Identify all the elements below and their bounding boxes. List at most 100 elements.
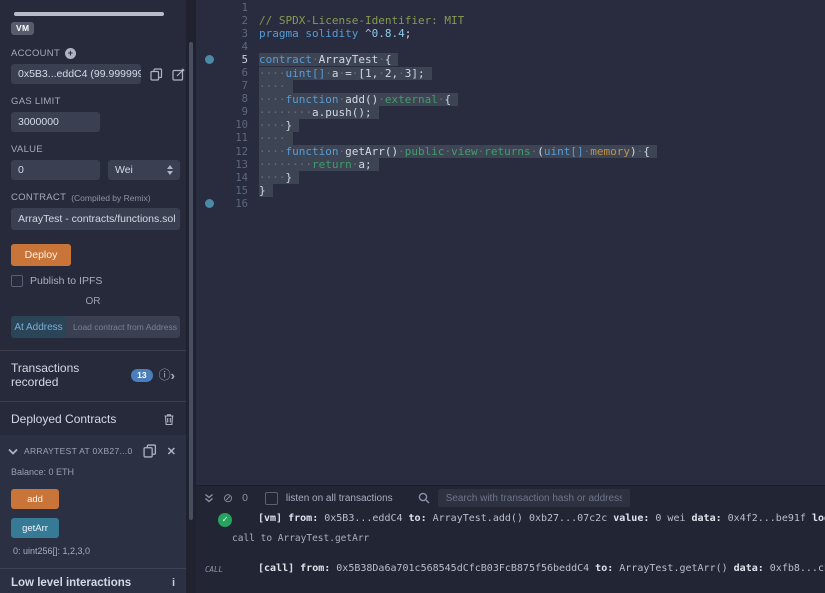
trash-icon[interactable] bbox=[163, 413, 175, 426]
panel-scrollbar[interactable] bbox=[186, 0, 196, 593]
transaction-summary: [vm] from: 0x5B3...eddC4 to: ArrayTest.a… bbox=[258, 513, 825, 524]
panel-slider[interactable] bbox=[14, 12, 164, 16]
line-number: 14 bbox=[222, 172, 259, 184]
code-editor[interactable]: 12// SPDX-License-Identifier: MIT3pragma… bbox=[196, 0, 825, 485]
terminal-row[interactable]: ✓[vm] from: 0x5B3...eddC4 to: ArrayTest.… bbox=[196, 513, 825, 527]
code-line[interactable]: 1 bbox=[196, 1, 825, 14]
account-select[interactable]: 0x5B3...eddC4 (99.9999999 bbox=[11, 64, 141, 84]
account-label: ACCOUNT bbox=[11, 48, 60, 59]
line-number: 9 bbox=[222, 106, 259, 118]
line-number: 13 bbox=[222, 159, 259, 171]
code-text: ····} bbox=[259, 119, 299, 132]
breakpoint-icon[interactable] bbox=[205, 199, 214, 208]
search-icon bbox=[418, 492, 430, 504]
contract-balance: Balance: 0 ETH bbox=[11, 467, 186, 477]
code-line[interactable]: 9········a.push(); bbox=[196, 106, 825, 119]
getarr-function-button[interactable]: getArr bbox=[11, 518, 59, 538]
chevron-right-icon[interactable]: › bbox=[171, 368, 175, 383]
deployed-contracts-header: Deployed Contracts bbox=[0, 402, 186, 426]
code-line[interactable]: 16 bbox=[196, 197, 825, 210]
terminal-log: ✓[vm] from: 0x5B3...eddC4 to: ArrayTest.… bbox=[196, 513, 825, 574]
breakpoint-icon[interactable] bbox=[205, 55, 214, 64]
value-unit-select[interactable]: Wei bbox=[108, 160, 180, 180]
listen-all-checkbox[interactable] bbox=[265, 492, 278, 505]
line-number: 8 bbox=[222, 93, 259, 105]
copy-account-icon[interactable] bbox=[150, 68, 163, 81]
line-number: 2 bbox=[222, 15, 259, 27]
code-line[interactable]: 5contract·ArrayTest·{ bbox=[196, 53, 825, 66]
gas-limit-value: 3000000 bbox=[18, 116, 59, 128]
code-line[interactable]: 15} bbox=[196, 184, 825, 197]
contract-label-row: CONTRACT (Compiled by Remix) bbox=[11, 192, 186, 203]
deploy-run-panel: VM ACCOUNT + 0x5B3...eddC4 (99.9999999 G… bbox=[0, 0, 186, 593]
line-number: 12 bbox=[222, 146, 259, 158]
account-value: 0x5B3...eddC4 (99.9999999 bbox=[18, 68, 141, 80]
code-line[interactable]: 2// SPDX-License-Identifier: MIT bbox=[196, 14, 825, 27]
code-text: ····function·getArr()·public·view·return… bbox=[259, 145, 657, 158]
code-line[interactable]: 10····} bbox=[196, 119, 825, 132]
code-line[interactable]: 14····} bbox=[196, 171, 825, 184]
code-text: ········a.push(); bbox=[259, 106, 379, 119]
code-line[interactable]: 11···· bbox=[196, 132, 825, 145]
line-number: 10 bbox=[222, 119, 259, 131]
scrollbar-thumb[interactable] bbox=[189, 42, 193, 520]
deploy-button[interactable]: Deploy bbox=[11, 244, 71, 266]
info-icon[interactable]: ⓘ bbox=[159, 369, 171, 381]
transactions-recorded-label: Transactions recorded bbox=[11, 361, 125, 389]
edit-account-icon[interactable] bbox=[172, 68, 185, 81]
code-line[interactable]: 3pragma solidity ^0.8.4; bbox=[196, 27, 825, 40]
code-line[interactable]: 12····function·getArr()·public·view·retu… bbox=[196, 145, 825, 158]
transactions-recorded-row[interactable]: Transactions recorded 13 ⓘ › bbox=[0, 351, 186, 389]
at-address-input[interactable]: Load contract from Address bbox=[66, 316, 180, 338]
code-line[interactable]: 8····function·add()·external·{ bbox=[196, 93, 825, 106]
line-number: 1 bbox=[222, 2, 259, 14]
lowlevel-label: Low level interactions bbox=[11, 577, 131, 589]
copy-address-icon[interactable] bbox=[143, 444, 157, 458]
contract-label: CONTRACT bbox=[11, 192, 66, 203]
gas-limit-input[interactable]: 3000000 bbox=[11, 112, 100, 132]
line-number: 11 bbox=[222, 132, 259, 144]
publish-ipfs-checkbox[interactable] bbox=[11, 275, 23, 287]
breakpoint-margin[interactable] bbox=[196, 55, 222, 64]
terminal-note: call to ArrayTest.getArr bbox=[232, 533, 825, 544]
chevron-down-icon[interactable] bbox=[8, 448, 18, 455]
lowlevel-info-icon[interactable]: i bbox=[172, 577, 175, 589]
terminal-search-input[interactable] bbox=[438, 489, 630, 507]
add-account-icon[interactable]: + bbox=[65, 48, 76, 59]
code-line[interactable]: 7···· bbox=[196, 80, 825, 93]
code-text: // SPDX-License-Identifier: MIT bbox=[259, 14, 464, 27]
line-number: 16 bbox=[222, 198, 259, 210]
collapse-terminal-icon[interactable] bbox=[204, 493, 214, 503]
code-line[interactable]: 4 bbox=[196, 40, 825, 53]
line-number: 5 bbox=[222, 54, 259, 66]
vm-badge: VM bbox=[11, 22, 34, 35]
terminal: ⊘ 0 listen on all transactions ✓[vm] fro… bbox=[196, 485, 825, 593]
clear-terminal-icon[interactable]: ⊘ bbox=[223, 491, 233, 505]
account-label-row: ACCOUNT + bbox=[11, 48, 186, 59]
terminal-row[interactable]: CALL[call] from: 0x5B38Da6a701c568545dCf… bbox=[196, 563, 825, 574]
main-column: 12// SPDX-License-Identifier: MIT3pragma… bbox=[196, 0, 825, 593]
close-instance-icon[interactable]: ✕ bbox=[167, 445, 176, 458]
code-line[interactable]: 6····uint[]·a·=·[1,·2,·3]; bbox=[196, 66, 825, 79]
code-text: ···· bbox=[259, 80, 293, 93]
gas-limit-label: GAS LIMIT bbox=[11, 96, 186, 107]
listen-all-label: listen on all transactions bbox=[286, 493, 393, 504]
value-label: VALUE bbox=[11, 144, 186, 155]
code-text: ····} bbox=[259, 171, 299, 184]
contract-instance-title: ARRAYTEST AT 0XB27...07C2C (ME bbox=[24, 446, 133, 456]
contract-instance-header[interactable]: ARRAYTEST AT 0XB27...07C2C (ME ✕ bbox=[0, 435, 186, 458]
transactions-count-badge: 13 bbox=[131, 369, 152, 382]
value-unit: Wei bbox=[115, 164, 133, 176]
code-line[interactable]: 13········return·a; bbox=[196, 158, 825, 171]
at-address-button[interactable]: At Address bbox=[11, 316, 66, 338]
code-text: ····function·add()·external·{ bbox=[259, 93, 458, 106]
code-text: pragma solidity ^0.8.4; bbox=[259, 27, 411, 40]
code-text: contract·ArrayTest·{ bbox=[259, 53, 398, 66]
add-function-button[interactable]: add bbox=[11, 489, 59, 509]
line-number: 4 bbox=[222, 41, 259, 53]
contract-select[interactable]: ArrayTest - contracts/functions.sol bbox=[11, 208, 180, 230]
call-label: CALL bbox=[205, 565, 223, 574]
getarr-output: 0: uint256[]: 1,2,3,0 bbox=[13, 546, 186, 556]
breakpoint-margin[interactable] bbox=[196, 199, 222, 208]
value-input[interactable]: 0 bbox=[11, 160, 100, 180]
